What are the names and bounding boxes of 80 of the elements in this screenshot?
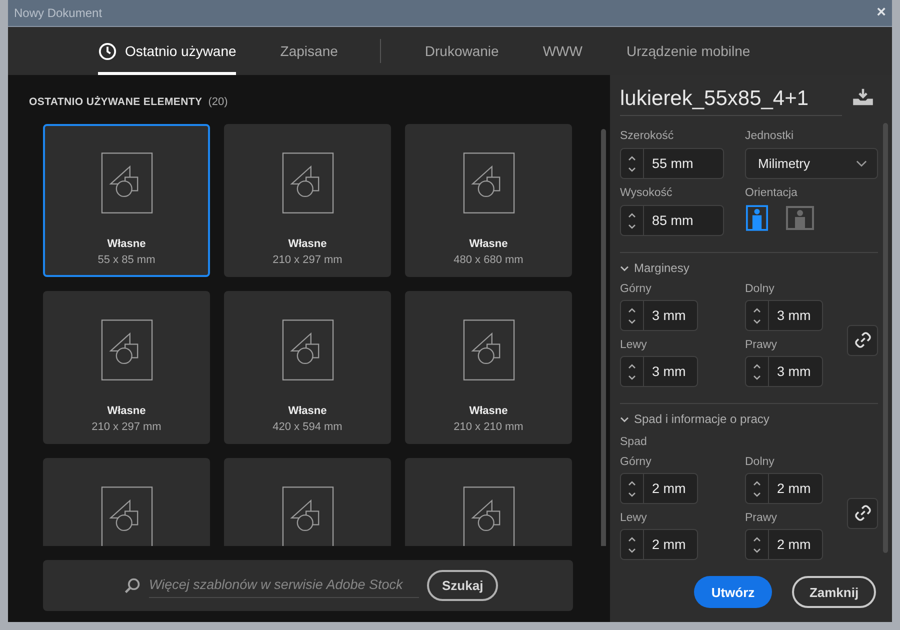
spin-field[interactable]: 2 mm (745, 473, 823, 504)
field-label: Górny (620, 283, 652, 295)
window-title: Nowy Dokument (13, 6, 102, 20)
document-shapes-icon (100, 319, 152, 381)
preset-card[interactable]: Własne 420 x 594 mm (224, 291, 391, 444)
preset-card[interactable]: Własne 210 x 297 mm (43, 291, 210, 444)
field-label: Dolny (745, 283, 776, 295)
clock-icon (98, 42, 117, 60)
document-shapes-icon (282, 486, 334, 546)
spin-field[interactable]: 2 mm (620, 529, 698, 560)
preset-size: 210 x 210 mm (454, 421, 524, 433)
units-dropdown[interactable]: Milimetry (745, 148, 878, 179)
item-count: (20) (208, 96, 228, 108)
chevron-icon (620, 264, 629, 272)
section-toggle[interactable]: Marginesy (620, 261, 878, 275)
document-shapes-icon (282, 319, 334, 381)
preset-card[interactable]: Własne 210 x 297 mm (224, 124, 391, 277)
preset-name: Własne (107, 405, 146, 417)
tab[interactable]: Zapisane (258, 27, 360, 75)
spin-field[interactable]: 2 mm (620, 473, 698, 504)
width-field[interactable]: 55 mm (620, 148, 724, 179)
subsection-label: Spad (620, 436, 648, 448)
tab[interactable]: Urządzenie mobilne (604, 27, 772, 75)
chevron-icon (620, 416, 629, 422)
scrollbar[interactable] (601, 129, 606, 546)
spin-field[interactable]: 2 mm (745, 529, 823, 560)
field-label: Górny (620, 456, 652, 468)
document-shapes-icon (100, 152, 152, 214)
link-button[interactable] (847, 498, 878, 528)
field-label: Szerokość (620, 130, 675, 142)
preset-name: Własne (288, 238, 327, 250)
tab[interactable]: Drukowanie (402, 27, 521, 75)
preset-size: 210 x 297 mm (272, 254, 342, 266)
preset-name: Własne (288, 405, 327, 417)
section-toggle[interactable]: Spad i informacje o pracy (620, 412, 878, 426)
create-button[interactable]: Utwórz (694, 576, 772, 608)
link-icon (854, 330, 872, 348)
link-icon (854, 504, 872, 522)
spin-field[interactable]: 3 mm (620, 300, 698, 331)
preset-name: Własne (469, 405, 508, 417)
save-preset-icon[interactable] (852, 88, 874, 106)
portrait-icon[interactable] (746, 205, 768, 231)
field-label: Prawy (745, 339, 778, 351)
section-heading: OSTATNIO UŻYWANE ELEMENTY (29, 96, 202, 108)
preset-card[interactable]: Własne 210 x 210 mm (405, 291, 572, 444)
field-label: Lewy (620, 339, 648, 351)
preset-size: 480 x 680 mm (454, 254, 524, 266)
spin-field[interactable]: 3 mm (745, 356, 823, 387)
field-label: Orientacja (745, 187, 798, 199)
link-button[interactable] (847, 324, 878, 356)
field-label: Prawy (745, 512, 778, 524)
document-shapes-icon (282, 152, 334, 214)
field-label: Wysokość (620, 187, 674, 199)
preset-name: Własne (107, 238, 146, 250)
document-shapes-icon (462, 319, 514, 381)
landscape-icon[interactable] (786, 206, 814, 230)
document-name-field[interactable]: lukierek_55x85_4+1 (620, 78, 842, 116)
scrollbar[interactable] (883, 123, 888, 553)
preset-name: Własne (469, 238, 508, 250)
document-shapes-icon (462, 486, 514, 546)
preset-card[interactable]: Własne 480 x 680 mm (405, 124, 572, 277)
search-button[interactable]: Szukaj (427, 570, 498, 601)
field-label: Lewy (620, 512, 648, 524)
preset-card[interactable]: Własne 55 x 85 mm (43, 124, 210, 277)
preset-size: 55 x 85 mm (98, 254, 156, 266)
search-field[interactable]: Więcej szablonów w serwisie Adobe Stock (149, 573, 419, 598)
preset-size: 210 x 297 mm (92, 421, 162, 433)
close-dialog-button[interactable]: Zamknij (792, 576, 876, 608)
spin-field[interactable]: 3 mm (745, 300, 823, 331)
search-icon (123, 576, 141, 594)
preset-size: 420 x 594 mm (272, 421, 342, 433)
height-field[interactable]: 85 mm (620, 205, 724, 236)
document-shapes-icon (100, 486, 152, 546)
chevron-down-icon (856, 160, 867, 168)
document-shapes-icon (462, 152, 514, 214)
field-label: Dolny (745, 456, 776, 468)
tab[interactable]: WWW (520, 27, 604, 75)
spin-field[interactable]: 3 mm (620, 356, 698, 387)
field-label: Jednostki (745, 130, 795, 142)
close-button[interactable]: × (870, 4, 892, 22)
